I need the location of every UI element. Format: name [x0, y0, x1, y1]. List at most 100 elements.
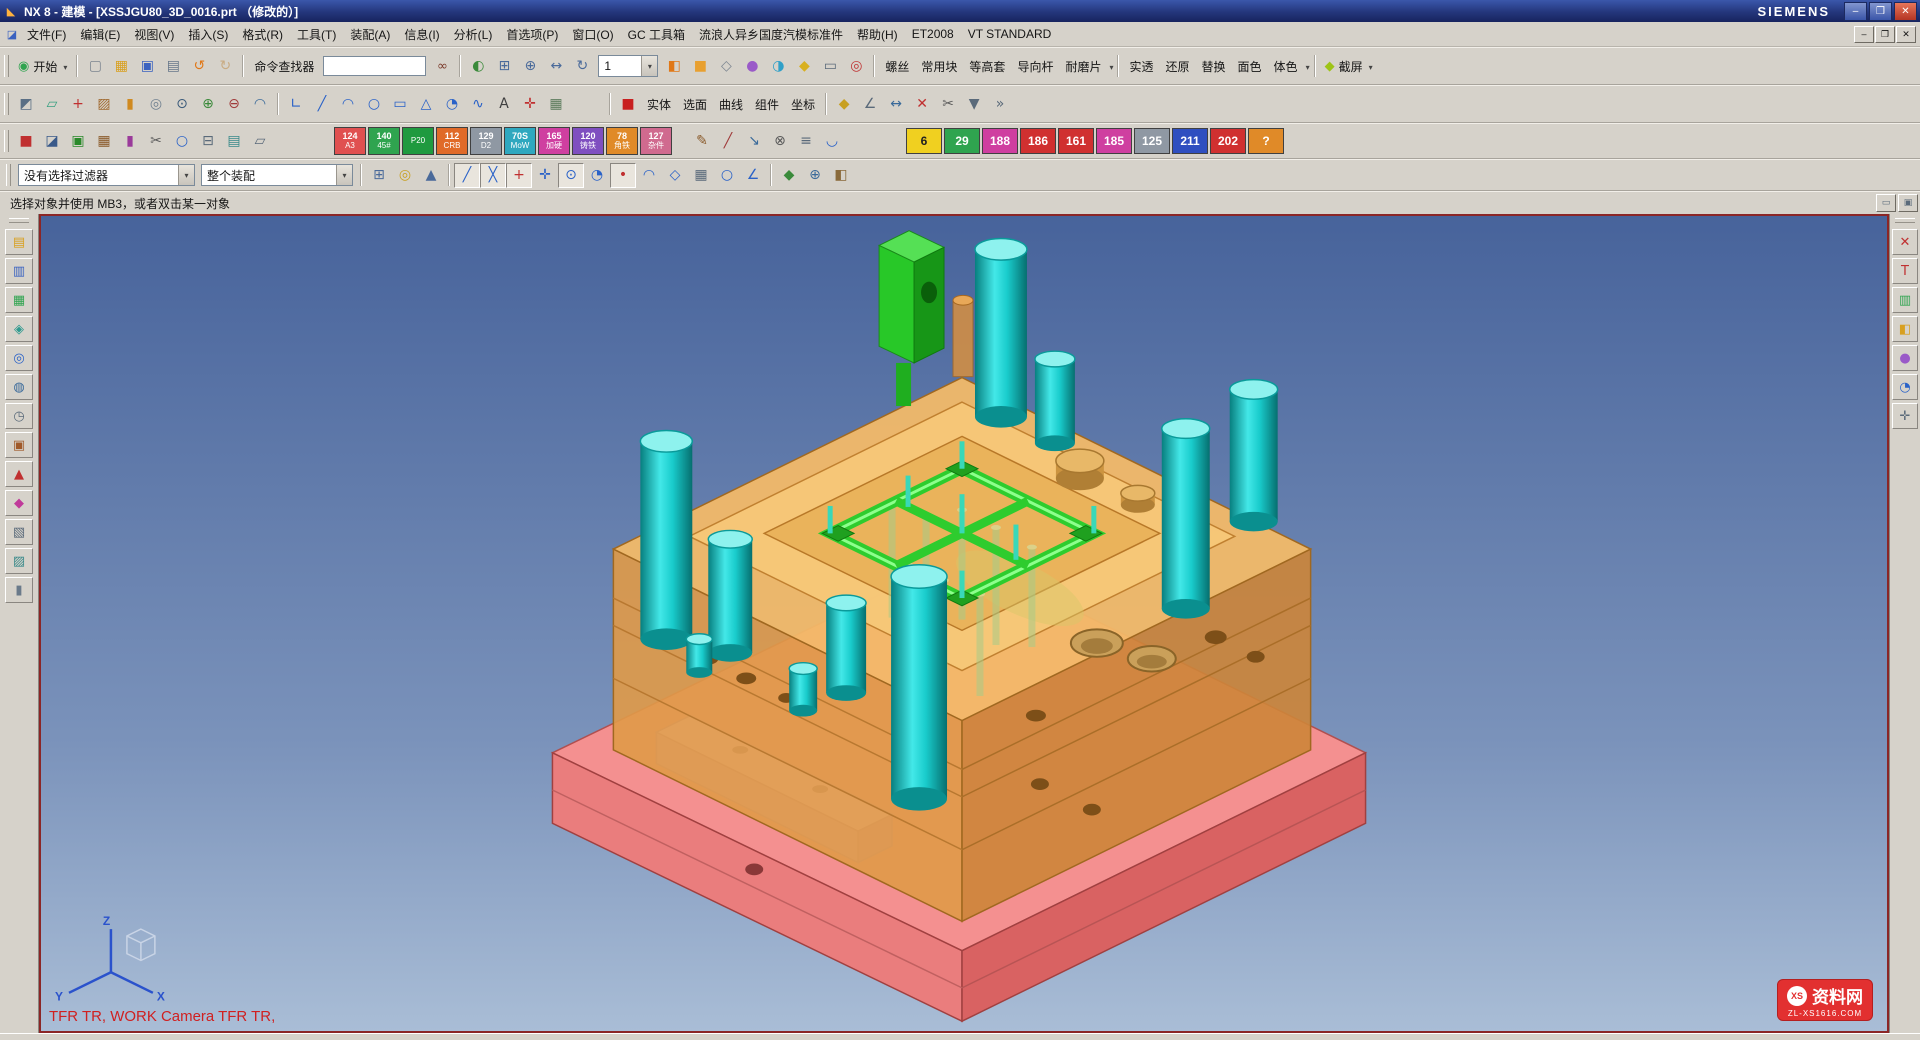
- menu-item[interactable]: 编辑(E): [73, 23, 127, 46]
- guide-pillar[interactable]: [1230, 380, 1278, 532]
- polygon-icon[interactable]: △: [413, 92, 439, 117]
- steel-chip-140-45[interactable]: 140 45#: [368, 127, 400, 155]
- new-file-icon[interactable]: ▢: [82, 54, 108, 79]
- point-icon[interactable]: ✛: [517, 92, 543, 117]
- move-object-icon[interactable]: ↔: [883, 92, 909, 117]
- steel-chip-120[interactable]: 120 铸铁: [572, 127, 604, 155]
- selection-type-button[interactable]: 曲线: [713, 93, 749, 116]
- guide-pillar[interactable]: [640, 431, 692, 650]
- measure-distance-icon[interactable]: ∠: [857, 92, 883, 117]
- toolbar-grip[interactable]: [4, 130, 9, 152]
- menu-item[interactable]: 信息(I): [397, 23, 446, 46]
- command-finder-input[interactable]: [323, 56, 426, 76]
- selection-filter-combo[interactable]: 没有选择过滤器: [18, 164, 195, 186]
- toolbar-text-button[interactable]: 面色: [1232, 55, 1268, 78]
- layer-chip-211[interactable]: 211: [1172, 128, 1208, 154]
- toolbar-text-button[interactable]: 实透: [1123, 55, 1159, 78]
- intersect-icon[interactable]: ⊗: [767, 129, 793, 154]
- cavity-layout-icon[interactable]: ▦: [91, 129, 117, 154]
- scissors-icon[interactable]: ✂: [935, 92, 961, 117]
- menu-item[interactable]: 装配(A): [343, 23, 397, 46]
- assembly-navigator-icon[interactable]: ▤: [5, 229, 33, 255]
- select-all-icon[interactable]: ⊞: [366, 163, 392, 188]
- menu-item[interactable]: ET2008: [905, 24, 961, 44]
- menu-item[interactable]: 窗口(O): [565, 23, 620, 46]
- print-icon[interactable]: ▤: [160, 54, 186, 79]
- toolbar-text-button[interactable]: 导向杆: [1011, 55, 1059, 78]
- wireframe-icon[interactable]: ◇: [713, 54, 739, 79]
- more-tools-icon[interactable]: »: [987, 92, 1013, 117]
- snap-endpoint-icon[interactable]: ╱: [454, 163, 480, 188]
- toolbar-grip[interactable]: [4, 55, 9, 77]
- line-icon[interactable]: ╱: [309, 92, 335, 117]
- solid-body-filter-icon[interactable]: ■: [615, 92, 641, 117]
- electrode-icon[interactable]: ▮: [117, 129, 143, 154]
- process-studio-icon[interactable]: ▣: [5, 432, 33, 458]
- part-navigator-icon[interactable]: ▦: [5, 287, 33, 313]
- toolbar-text-button[interactable]: 体色: [1268, 55, 1304, 78]
- selection-type-button[interactable]: 坐标: [785, 93, 821, 116]
- color-palette-icon[interactable]: ◧: [1892, 316, 1918, 342]
- measure-tool-icon[interactable]: ◔: [1892, 374, 1918, 400]
- pan-icon[interactable]: ↔: [543, 54, 569, 79]
- shaded-with-edges-icon[interactable]: ◧: [661, 54, 687, 79]
- snap-midpoint-icon[interactable]: ╳: [480, 163, 506, 188]
- materials-icon[interactable]: ▨: [5, 548, 33, 574]
- utilities-icon[interactable]: ✛: [1892, 403, 1918, 429]
- snap-angle-icon[interactable]: ∠: [740, 163, 766, 188]
- visual-reports-icon[interactable]: ▥: [1892, 287, 1918, 313]
- undo-icon[interactable]: ↺: [186, 54, 212, 79]
- pattern-curve-icon[interactable]: ▦: [543, 92, 569, 117]
- csys-orient-icon[interactable]: ◆: [776, 163, 802, 188]
- snap-existing-point-icon[interactable]: •: [610, 163, 636, 188]
- menu-item[interactable]: GC 工具箱: [621, 23, 692, 46]
- zoom-icon[interactable]: ⊕: [517, 54, 543, 79]
- toolbar-grip[interactable]: [4, 93, 9, 115]
- menu-item[interactable]: 分析(L): [447, 23, 500, 46]
- steel-chip-p20[interactable]: P20: [402, 127, 434, 155]
- guide-pillar[interactable]: [975, 239, 1027, 428]
- guide-pillar[interactable]: [1162, 419, 1210, 619]
- edge-blend-icon[interactable]: ◠: [247, 92, 273, 117]
- boolean-unite-icon[interactable]: ⊕: [195, 92, 221, 117]
- new-window-icon[interactable]: ▭: [817, 54, 843, 79]
- bom-icon[interactable]: ▤: [221, 129, 247, 154]
- shaded-icon[interactable]: ■: [687, 54, 713, 79]
- child-minimize-button[interactable]: –: [1854, 26, 1874, 43]
- steel-chip-124-a3[interactable]: 124 A3: [334, 127, 366, 155]
- studio-render-icon[interactable]: ●: [739, 54, 765, 79]
- selection-type-button[interactable]: 选面: [677, 93, 713, 116]
- snap-point-on-curve-icon[interactable]: ◠: [636, 163, 662, 188]
- toolbar-text-button[interactable]: 替换: [1196, 55, 1232, 78]
- selection-type-button[interactable]: 实体: [641, 93, 677, 116]
- snap-intersection-icon[interactable]: ✛: [532, 163, 558, 188]
- layer-chip-202[interactable]: 202: [1210, 128, 1246, 154]
- guide-pillar[interactable]: [826, 595, 866, 701]
- child-restore-button[interactable]: ❐: [1875, 26, 1895, 43]
- revolve-icon[interactable]: ◎: [143, 92, 169, 117]
- menu-item[interactable]: 文件(F): [20, 23, 73, 46]
- spline-icon[interactable]: ∿: [465, 92, 491, 117]
- web-browser-icon[interactable]: ◍: [5, 374, 33, 400]
- layer-chip-6[interactable]: 6: [906, 128, 942, 154]
- steel-chip-129-d2[interactable]: 129 D2: [470, 127, 502, 155]
- close-button[interactable]: ✕: [1894, 2, 1917, 21]
- datum-csys-icon[interactable]: +: [65, 92, 91, 117]
- layer-chip-125[interactable]: 125: [1134, 128, 1170, 154]
- snap-point-on-face-icon[interactable]: ◇: [662, 163, 688, 188]
- bridge-curve-icon[interactable]: ◡: [819, 129, 845, 154]
- menu-item[interactable]: 工具(T): [290, 23, 343, 46]
- combo-arrow-icon[interactable]: [178, 165, 194, 185]
- ellipse-icon[interactable]: ◔: [439, 92, 465, 117]
- constraint-navigator-icon[interactable]: ▥: [5, 258, 33, 284]
- top-selection-icon[interactable]: ▲: [418, 163, 444, 188]
- layer-combo[interactable]: 1: [598, 55, 658, 77]
- menu-item[interactable]: 插入(S): [181, 23, 235, 46]
- menu-item[interactable]: 帮助(H): [850, 23, 905, 46]
- workpiece-icon[interactable]: ▣: [65, 129, 91, 154]
- layer-chip-188[interactable]: 188: [982, 128, 1018, 154]
- text-icon[interactable]: A: [491, 92, 517, 117]
- refresh-view-icon[interactable]: ◐: [465, 54, 491, 79]
- maximize-button[interactable]: ❒: [1869, 2, 1892, 21]
- menu-item[interactable]: VT STANDARD: [961, 24, 1059, 44]
